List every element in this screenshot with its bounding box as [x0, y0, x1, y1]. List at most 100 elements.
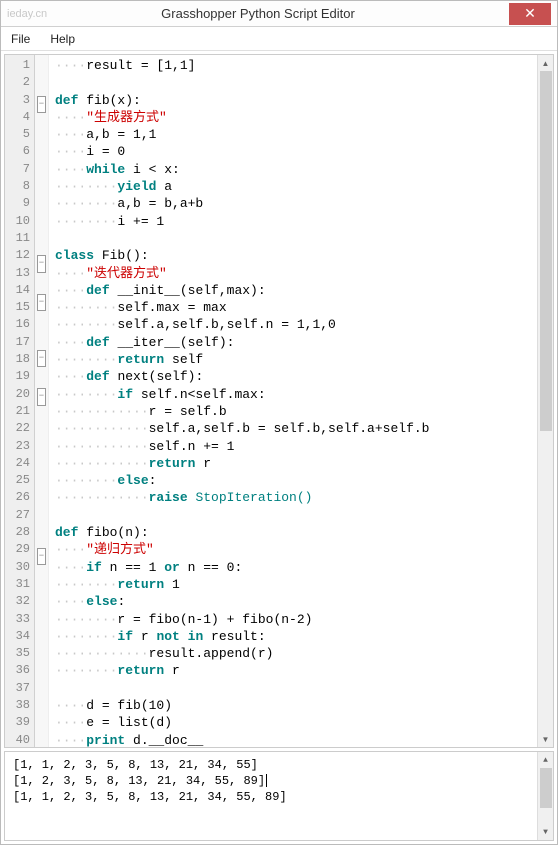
- code-line[interactable]: ········if self.n<self.max:: [55, 386, 537, 403]
- line-number: 2: [5, 74, 34, 91]
- line-number: 9: [5, 195, 34, 212]
- code-line[interactable]: ····while i < x:: [55, 161, 537, 178]
- code-line[interactable]: ····result = [1,1]: [55, 57, 537, 74]
- code-line[interactable]: ········else:: [55, 472, 537, 489]
- code-line[interactable]: ············self.n += 1: [55, 438, 537, 455]
- fold-toggle-icon[interactable]: −: [37, 294, 46, 311]
- line-number: 11: [5, 230, 34, 247]
- line-number: 40: [5, 732, 34, 748]
- scroll-down-icon[interactable]: ▼: [538, 824, 553, 840]
- line-number: 20: [5, 386, 34, 403]
- fold-toggle-icon[interactable]: −: [37, 388, 46, 405]
- code-line[interactable]: ····a,b = 1,1: [55, 126, 537, 143]
- output-line: [1, 2, 3, 5, 8, 13, 21, 34, 55, 89]: [13, 773, 545, 789]
- fold-toggle-icon[interactable]: −: [37, 255, 46, 272]
- code-line[interactable]: ····print d.__doc__: [55, 732, 537, 747]
- line-number: 8: [5, 178, 34, 195]
- code-line[interactable]: ············self.a,self.b = self.b,self.…: [55, 420, 537, 437]
- code-line[interactable]: ········self.a,self.b,self.n = 1,1,0: [55, 316, 537, 333]
- vertical-scrollbar[interactable]: ▲ ▼: [537, 55, 553, 747]
- scroll-down-icon[interactable]: ▼: [538, 731, 553, 747]
- output-line: [1, 1, 2, 3, 5, 8, 13, 21, 34, 55, 89]: [13, 789, 545, 805]
- scroll-up-icon[interactable]: ▲: [538, 55, 553, 71]
- line-number-gutter: 1234567891011121314151617181920212223242…: [5, 55, 35, 747]
- code-line[interactable]: [55, 680, 537, 697]
- line-number: 34: [5, 628, 34, 645]
- code-line[interactable]: ············return r: [55, 455, 537, 472]
- line-number: 39: [5, 714, 34, 731]
- scroll-up-icon[interactable]: ▲: [538, 752, 553, 768]
- code-line[interactable]: ····d = fib(10): [55, 697, 537, 714]
- menu-bar: File Help: [1, 27, 557, 51]
- fold-toggle-icon[interactable]: −: [37, 548, 46, 565]
- line-number: 22: [5, 420, 34, 437]
- line-number: 36: [5, 662, 34, 679]
- code-line[interactable]: ············raise StopIteration(): [55, 489, 537, 506]
- line-number: 15: [5, 299, 34, 316]
- line-number: 32: [5, 593, 34, 610]
- code-line[interactable]: ············result.append(r): [55, 645, 537, 662]
- line-number: 10: [5, 213, 34, 230]
- line-number: 23: [5, 438, 34, 455]
- line-number: 27: [5, 507, 34, 524]
- line-number: 7: [5, 161, 34, 178]
- line-number: 30: [5, 559, 34, 576]
- output-scrollbar[interactable]: ▲ ▼: [537, 752, 553, 840]
- menu-help[interactable]: Help: [50, 32, 75, 46]
- code-area[interactable]: ····result = [1,1] def fib(x):····"生成器方式"…: [49, 55, 537, 747]
- line-number: 12: [5, 247, 34, 264]
- line-number: 37: [5, 680, 34, 697]
- code-line[interactable]: ····def __init__(self,max):: [55, 282, 537, 299]
- line-number: 6: [5, 143, 34, 160]
- code-line[interactable]: ········return r: [55, 662, 537, 679]
- line-number: 28: [5, 524, 34, 541]
- code-line[interactable]: ····i = 0: [55, 143, 537, 160]
- line-number: 17: [5, 334, 34, 351]
- code-line[interactable]: ····e = list(d): [55, 714, 537, 731]
- code-line[interactable]: ········a,b = b,a+b: [55, 195, 537, 212]
- line-number: 21: [5, 403, 34, 420]
- fold-toggle-icon[interactable]: −: [37, 96, 46, 113]
- code-line[interactable]: [55, 230, 537, 247]
- code-line[interactable]: ········self.max = max: [55, 299, 537, 316]
- code-line[interactable]: ····"递归方式": [55, 541, 537, 558]
- code-line[interactable]: ····"迭代器方式": [55, 265, 537, 282]
- watermark-text: ieday.cn: [7, 8, 47, 20]
- code-line[interactable]: def fibo(n):: [55, 524, 537, 541]
- fold-toggle-icon[interactable]: −: [37, 350, 46, 367]
- scrollbar-thumb[interactable]: [540, 71, 552, 431]
- code-line[interactable]: ············r = self.b: [55, 403, 537, 420]
- line-number: 24: [5, 455, 34, 472]
- code-line[interactable]: ········r = fibo(n-1) + fibo(n-2): [55, 611, 537, 628]
- code-line[interactable]: ····"生成器方式": [55, 109, 537, 126]
- line-number: 5: [5, 126, 34, 143]
- code-line[interactable]: [55, 507, 537, 524]
- output-line: [1, 1, 2, 3, 5, 8, 13, 21, 34, 55]: [13, 757, 545, 773]
- code-line[interactable]: ····def next(self):: [55, 368, 537, 385]
- close-icon: ✕: [524, 5, 536, 22]
- code-line[interactable]: def fib(x):: [55, 92, 537, 109]
- code-line[interactable]: ····else:: [55, 593, 537, 610]
- code-line[interactable]: [55, 74, 537, 91]
- title-bar: ieday.cn Grasshopper Python Script Edito…: [1, 1, 557, 27]
- line-number: 29: [5, 541, 34, 558]
- code-line[interactable]: ········if r not in result:: [55, 628, 537, 645]
- code-line[interactable]: ········yield a: [55, 178, 537, 195]
- code-line[interactable]: ········i += 1: [55, 213, 537, 230]
- code-line[interactable]: ····if n == 1 or n == 0:: [55, 559, 537, 576]
- line-number: 13: [5, 265, 34, 282]
- code-line[interactable]: ····def __iter__(self):: [55, 334, 537, 351]
- line-number: 38: [5, 697, 34, 714]
- fold-column: − − − − − −: [35, 55, 49, 747]
- menu-file[interactable]: File: [11, 32, 30, 46]
- window-title: Grasshopper Python Script Editor: [7, 6, 509, 21]
- code-line[interactable]: ········return self: [55, 351, 537, 368]
- code-line[interactable]: class Fib():: [55, 247, 537, 264]
- code-line[interactable]: ········return 1: [55, 576, 537, 593]
- close-button[interactable]: ✕: [509, 3, 551, 25]
- line-number: 19: [5, 368, 34, 385]
- output-panel[interactable]: [1, 1, 2, 3, 5, 8, 13, 21, 34, 55][1, 2,…: [4, 751, 554, 841]
- line-number: 14: [5, 282, 34, 299]
- line-number: 16: [5, 316, 34, 333]
- output-scrollbar-thumb[interactable]: [540, 768, 552, 808]
